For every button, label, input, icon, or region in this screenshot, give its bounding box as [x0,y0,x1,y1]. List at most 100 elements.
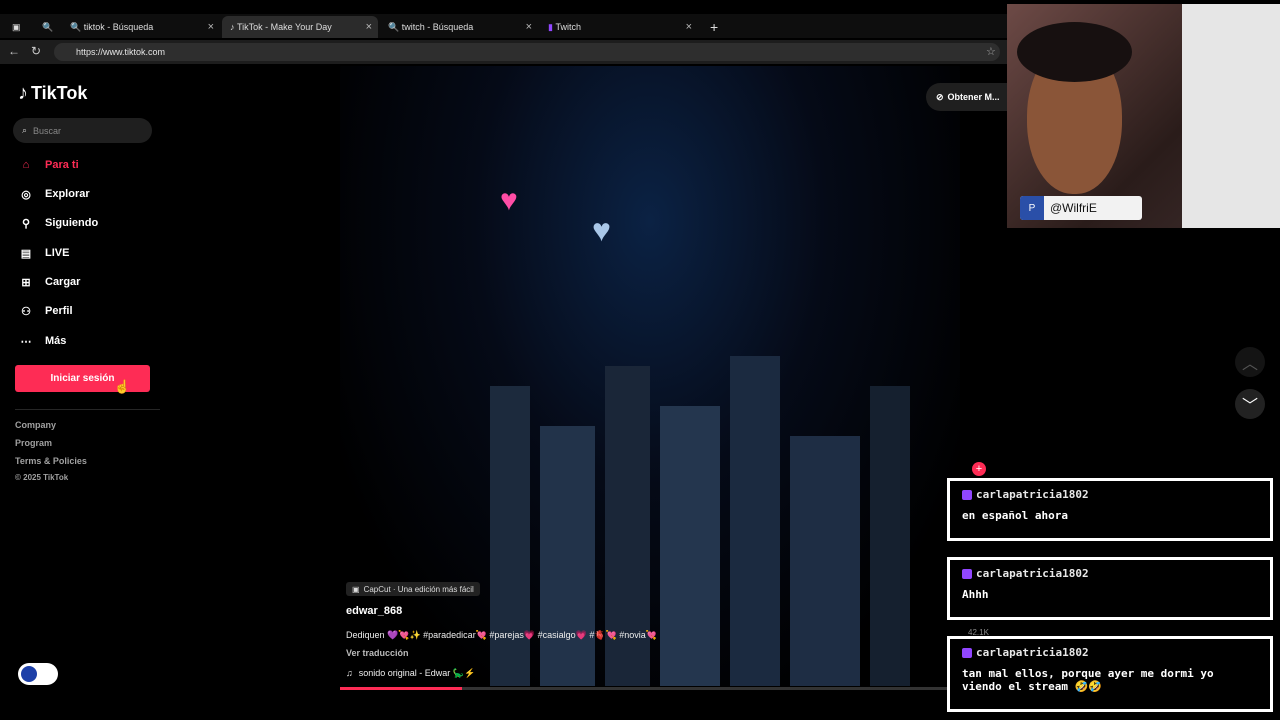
search-icon: ⌕ [22,125,28,135]
twitch-icon [962,647,972,658]
logo-text: TikTok [31,83,88,103]
chat-message: carlapatricia1802 tan mal ellos, porque … [947,636,1273,712]
close-icon[interactable]: × [366,21,372,33]
music-note-icon: ♫ [346,668,353,678]
footer-link-program[interactable]: Program [15,438,52,448]
sound-label: sonido original - Edwar 🦕⚡ [358,668,476,678]
building-shape [540,426,595,686]
sidebar-item-label: Más [45,335,67,347]
home-icon: ⌂ [22,159,30,171]
tab-twitch[interactable]: ▮ Twitch × [540,16,698,38]
profile-icon: ⚇ [21,305,31,318]
tab-twitch-search[interactable]: 🔍 twitch - Búsqueda × [380,16,538,38]
upload-icon: ⊞ [21,276,31,289]
streamer-nametag: P @WilfriE [1020,196,1142,220]
capcut-badge[interactable]: ▣ CapCut · Una edición más fácil [346,582,480,596]
tab-label: Twitch [555,22,581,32]
tiktok-icon: ♪ [18,82,28,104]
video-caption: Dediquen 💜💘✨ #paradedicar💘 #parejas💗 #ca… [346,630,658,640]
sidebar-item-cargar[interactable]: ⊞ Cargar [18,271,158,293]
sidebar-item-explorar[interactable]: ◎ Explorar [18,183,158,205]
tab-label: tiktok - Búsqueda [83,22,154,32]
sidebar-item-label: Perfil [45,305,73,317]
video-author[interactable]: edwar_868 [346,605,402,617]
url-text: https://www.tiktok.com [76,47,166,57]
sidebar-item-label: Siguiendo [45,217,99,229]
get-app-label: Obtener M... [947,92,1000,102]
capcut-icon: ▣ [352,584,360,594]
more-icon: ⋯ [20,335,32,348]
search-input[interactable]: ⌕ Buscar [13,118,152,143]
building-shape [490,386,530,686]
new-tab-icon[interactable]: + [702,16,722,38]
app-icon: ⊘ [936,91,944,102]
sidebar-item-para-ti[interactable]: ⌂ Para ti [18,154,158,176]
sidebar-item-mas[interactable]: ⋯ Más [18,330,158,352]
tab-search-small[interactable]: 🔍 [34,16,58,38]
chat-text: en español ahora [962,509,1068,522]
address-bar[interactable]: https://www.tiktok.com [54,43,1000,61]
tab-label: TikTok - Make Your Day [237,22,332,32]
chevron-up-icon: ︿ [1241,356,1258,373]
previous-video-button[interactable]: ︿ [1235,347,1265,377]
login-label: Iniciar sesión [50,373,115,384]
footer-link-company[interactable]: Company [15,420,56,430]
background-wall [1182,4,1280,228]
twitch-icon [962,489,972,500]
chat-user: carlapatricia1802 [976,567,1089,580]
sidebar-item-label: Para ti [45,159,79,171]
sidebar-item-label: Explorar [45,188,90,200]
streamer-name: @WilfriE [1050,201,1097,215]
next-video-button[interactable]: ﹀ [1235,389,1265,419]
search-icon: 🔍 [388,21,402,32]
tab-label: twitch - Búsqueda [401,22,474,32]
heart-sticker-icon: ♥ [500,184,518,217]
copyright-text: © 2025 TikTok [15,473,69,482]
tab-actions-icon[interactable]: ▣ [4,16,30,38]
translate-link[interactable]: Ver traducción [346,648,409,658]
close-icon[interactable]: × [208,21,214,33]
progress-fill [340,687,462,690]
follow-plus-icon[interactable]: + [972,462,986,476]
twitch-icon [962,568,972,579]
heart-sticker-icon: ♥ [592,212,611,248]
autoplay-toggle[interactable] [18,663,58,685]
sidebar-item-live[interactable]: ▤ LIVE [18,242,158,264]
live-icon: ▤ [20,247,32,260]
sidebar-item-label: LIVE [45,247,70,259]
streamer-webcam [1007,4,1280,228]
sidebar-item-label: Cargar [45,276,81,288]
capcut-label: CapCut · Una edición más fácil [363,584,474,594]
get-app-button[interactable]: ⊘ Obtener M... [926,83,1008,111]
building-shape [870,386,910,686]
chat-message: carlapatricia1802 en español ahora [947,478,1273,541]
sidebar-item-perfil[interactable]: ⚇ Perfil [18,300,158,322]
divider [15,409,160,410]
tab-tiktok[interactable]: ♪ TikTok - Make Your Day × [222,16,378,38]
favorite-icon[interactable]: ☆ [986,45,996,58]
back-icon[interactable]: ← [8,44,20,58]
chat-text: Ahhh [962,588,989,601]
paypal-icon: P [1020,196,1044,220]
chat-user: carlapatricia1802 [976,646,1089,659]
sidebar-item-siguiendo[interactable]: ⚲ Siguiendo [18,212,158,234]
cursor-icon: ☝ [114,379,131,394]
close-icon[interactable]: × [526,21,532,33]
tab-tiktok-search[interactable]: 🔍 tiktok - Búsqueda × [62,16,220,38]
building-shape [790,436,860,686]
sound-link[interactable]: ♫ sonido original - Edwar 🦕⚡ [346,668,475,679]
compass-icon: ◎ [21,188,31,201]
toggle-knob [21,666,37,682]
search-icon: 🔍 [70,21,84,32]
close-icon[interactable]: × [686,21,692,33]
search-placeholder: Buscar [33,125,62,136]
tiktok-logo[interactable]: ♪ TikTok [18,82,87,105]
chevron-down-icon: ﹀ [1241,398,1258,415]
video-progress-bar[interactable] [340,687,950,690]
streamer-hair [1017,22,1132,82]
footer-link-terms[interactable]: Terms & Policies [15,456,87,466]
building-shape [660,406,720,686]
chat-message: carlapatricia1802 Ahhh [947,557,1273,620]
reload-icon[interactable]: ↻ [31,44,41,58]
chat-text: tan mal ellos, porque ayer me dormi yo v… [962,667,1214,693]
